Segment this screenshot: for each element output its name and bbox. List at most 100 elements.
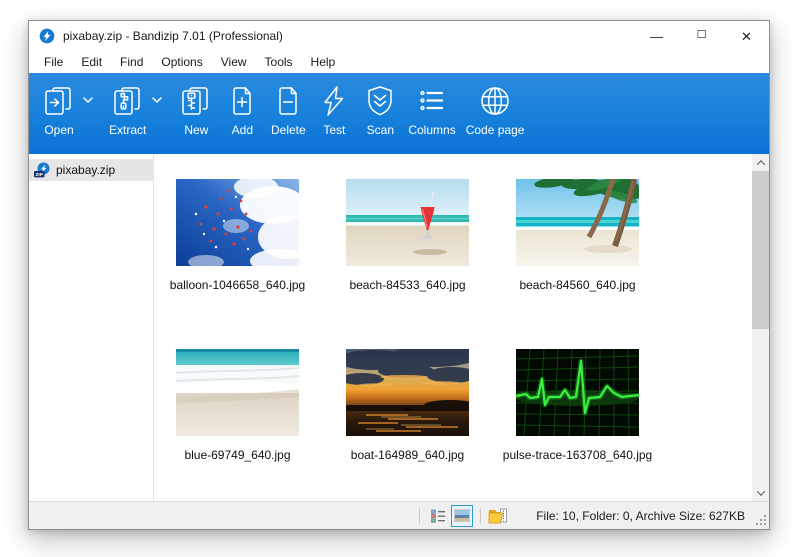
dropdown-chevron-icon[interactable] [77, 82, 99, 118]
dropdown-chevron-icon[interactable] [146, 82, 168, 118]
toolbar-group-new: New [178, 82, 214, 137]
details-view-button[interactable] [427, 505, 449, 527]
zip-archive-icon: ZIP [33, 162, 51, 178]
toolbar-button-code-page[interactable]: Code page [466, 82, 525, 137]
file-grid: balloon-1046658_640.jpg beach-84533_640.… [155, 154, 752, 501]
menu-bar: FileEditFindOptionsViewToolsHelp [29, 51, 769, 73]
thumbnail [516, 179, 639, 266]
file-item[interactable]: boat-164989_640.jpg [346, 349, 469, 462]
statusbar-separator [480, 508, 481, 524]
thumbnail [346, 179, 469, 266]
toolbar-label: Extract [109, 123, 146, 137]
toolbar-group-test: Test [316, 82, 352, 137]
thumbnail [176, 179, 299, 266]
toolbar-button-open[interactable]: Open [41, 82, 77, 137]
svg-text:ZIP: ZIP [35, 172, 43, 178]
toolbar-group-delete: Delete [270, 82, 306, 137]
thumbnail [516, 349, 639, 436]
test-icon [316, 83, 352, 119]
open-icon [41, 83, 77, 119]
menu-item-options[interactable]: Options [152, 53, 211, 71]
details-view-icon [429, 507, 447, 525]
toolbar-label: Delete [271, 123, 306, 137]
scrollbar-thumb[interactable] [752, 171, 769, 329]
resize-grip[interactable] [754, 513, 766, 525]
file-item[interactable]: blue-69749_640.jpg [176, 349, 299, 462]
toolbar-button-scan[interactable]: Scan [362, 82, 398, 137]
file-name: pulse-trace-163708_640.jpg [492, 448, 663, 462]
toolbar-label: Code page [466, 123, 525, 137]
sidebar: ZIP pixabay.zip [29, 154, 154, 501]
menu-item-help[interactable]: Help [302, 53, 345, 71]
toolbar-label: Columns [408, 123, 455, 137]
toolbar-group-open: Open [41, 82, 99, 137]
toolbar-label: New [184, 123, 208, 137]
sidebar-item-label: pixabay.zip [56, 163, 115, 177]
file-name: boat-164989_640.jpg [322, 448, 493, 462]
archive-summary: File: 10, Folder: 0, Archive Size: 627KB [536, 509, 769, 523]
scroll-up-button[interactable] [752, 154, 769, 171]
add-icon [224, 83, 260, 119]
toolbar-button-test[interactable]: Test [316, 82, 352, 137]
scroll-down-button[interactable] [752, 484, 769, 501]
delete-icon [270, 83, 306, 119]
thumbnail-view-icon [454, 509, 470, 522]
work-area: ZIP pixabay.zip balloon-1046658_640.jpg … [29, 154, 769, 501]
chevron-up-icon [756, 160, 764, 168]
thumbnail [176, 349, 299, 436]
file-name: beach-84533_640.jpg [322, 278, 493, 292]
bandizip-logo-icon [39, 28, 55, 44]
vertical-scrollbar[interactable] [752, 154, 769, 501]
minimize-icon: — [650, 30, 663, 43]
file-item[interactable]: pulse-trace-163708_640.jpg [516, 349, 639, 462]
toolbar-label: Open [44, 123, 73, 137]
thumbnail-view-button[interactable] [451, 505, 473, 527]
toolbar-button-add[interactable]: Add [224, 82, 260, 137]
statusbar-separator [419, 508, 420, 524]
open-archive-folder-button[interactable] [487, 505, 509, 527]
bandizip-window: pixabay.zip - Bandizip 7.01 (Professiona… [28, 20, 770, 530]
toolbar-label: Scan [367, 123, 394, 137]
menu-item-find[interactable]: Find [111, 53, 152, 71]
file-name: balloon-1046658_640.jpg [155, 278, 323, 292]
extract-icon [110, 83, 146, 119]
menu-item-view[interactable]: View [212, 53, 256, 71]
toolbar-group-add: Add [224, 82, 260, 137]
maximize-icon: ☐ [697, 30, 707, 41]
file-name: blue-69749_640.jpg [155, 448, 323, 462]
thumbnail [346, 349, 469, 436]
toolbar-button-delete[interactable]: Delete [270, 82, 306, 137]
toolbar-button-new[interactable]: New [178, 82, 214, 137]
sidebar-item-pixabay-zip[interactable]: ZIP pixabay.zip [29, 159, 153, 181]
toolbar-label: Add [232, 123, 253, 137]
desktop: pixabay.zip - Bandizip 7.01 (Professiona… [0, 0, 806, 557]
close-icon: ✕ [741, 30, 752, 43]
file-item[interactable]: beach-84560_640.jpg [516, 179, 639, 292]
title-bar[interactable]: pixabay.zip - Bandizip 7.01 (Professiona… [29, 21, 769, 51]
menu-item-file[interactable]: File [35, 53, 72, 71]
toolbar-button-extract[interactable]: Extract [109, 82, 146, 137]
toolbar-group-columns: Columns [408, 82, 455, 137]
columns-icon [414, 83, 450, 119]
code-page-icon [477, 83, 513, 119]
scan-icon [362, 83, 398, 119]
close-button[interactable]: ✕ [724, 21, 769, 51]
file-item[interactable]: beach-84533_640.jpg [346, 179, 469, 292]
file-item[interactable]: balloon-1046658_640.jpg [176, 179, 299, 292]
minimize-button[interactable]: — [634, 21, 679, 51]
toolbar-group-code-page: Code page [466, 82, 525, 137]
toolbar-group-extract: Extract [109, 82, 168, 137]
chevron-down-icon [756, 487, 764, 495]
menu-item-edit[interactable]: Edit [72, 53, 111, 71]
maximize-button[interactable]: ☐ [679, 21, 724, 51]
menu-item-tools[interactable]: Tools [256, 53, 302, 71]
toolbar-label: Test [323, 123, 345, 137]
archive-folder-icon [488, 508, 508, 524]
file-name: beach-84560_640.jpg [492, 278, 663, 292]
window-title: pixabay.zip - Bandizip 7.01 (Professiona… [63, 29, 283, 43]
toolbar-button-columns[interactable]: Columns [408, 82, 455, 137]
toolbar: Open Extract New Add Delete Test Scan Co… [29, 73, 769, 154]
status-bar: File: 10, Folder: 0, Archive Size: 627KB [29, 501, 769, 529]
toolbar-group-scan: Scan [362, 82, 398, 137]
new-archive-icon [178, 83, 214, 119]
